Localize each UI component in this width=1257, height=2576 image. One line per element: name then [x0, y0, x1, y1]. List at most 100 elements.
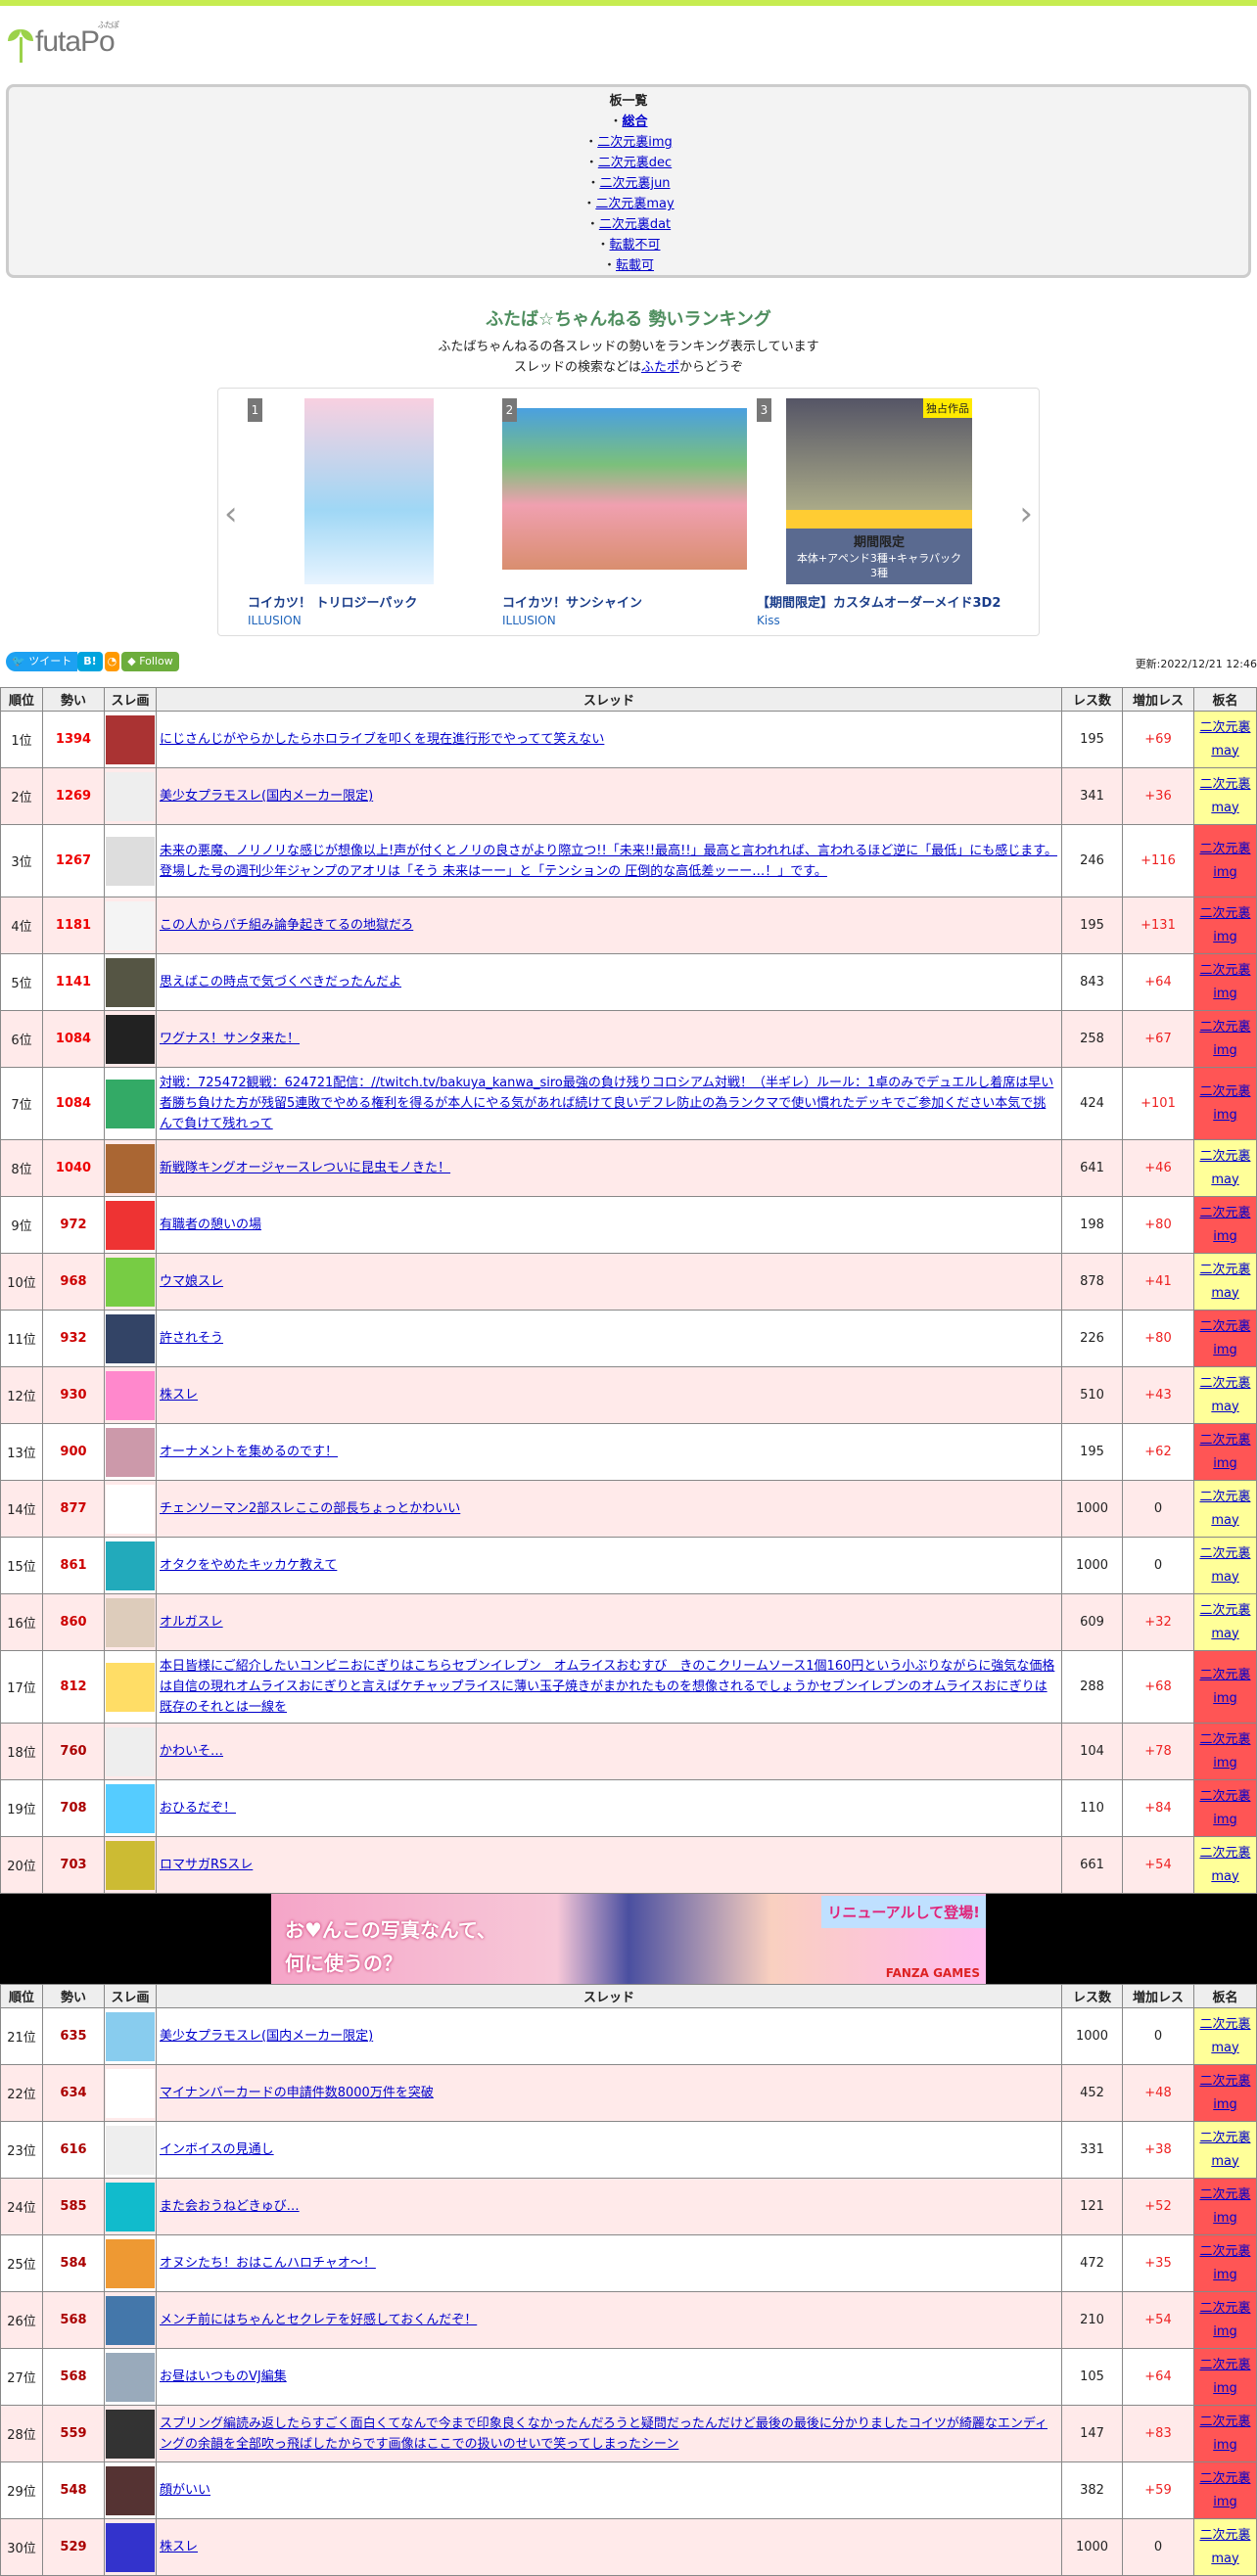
board-name-link[interactable]: 二次元裏 img [1199, 1020, 1250, 1058]
thread-link[interactable]: 新戦隊キングオージャースレついに昆虫モノきた！ [160, 1161, 450, 1175]
chevron-left-icon[interactable]: ‹ [224, 494, 238, 533]
thread-link[interactable]: 美少女プラモスレ(国内メーカー限定) [160, 789, 373, 804]
thread-thumbnail[interactable] [104, 2178, 157, 2235]
thread-thumbnail[interactable] [104, 1593, 157, 1651]
thread-thumbnail[interactable] [104, 2405, 157, 2462]
thread-link[interactable]: おひるだぞ！ [160, 1801, 236, 1816]
board-name-link[interactable]: 二次元裏 img [1199, 1668, 1250, 1706]
board-name-link[interactable]: 二次元裏 may [1199, 720, 1250, 759]
thread-thumbnail[interactable] [104, 2007, 157, 2065]
thread-thumbnail[interactable] [104, 711, 157, 768]
thread-link[interactable]: ロマサガRSスレ [160, 1858, 253, 1872]
board-name-link[interactable]: 二次元裏 img [1199, 2358, 1250, 2396]
thread-thumbnail[interactable] [104, 1010, 157, 1068]
thread-link[interactable]: スプリング編読み返したらすごく面白くてなんで今まで印象良くなかったんだろうと疑問… [160, 2416, 1048, 2452]
thread-thumbnail[interactable] [104, 2461, 157, 2519]
ad-banner[interactable]: お♥んこの写真なんて、 何に使うの？ リニューアルして登場! FANZA GAME… [271, 1894, 986, 1984]
board-name-link[interactable]: 二次元裏 img [1199, 2301, 1250, 2339]
feedly-follow-button[interactable]: ◆ Follow [121, 652, 179, 671]
thread-thumbnail[interactable] [104, 2518, 157, 2576]
thread-thumbnail[interactable] [104, 1480, 157, 1538]
board-link[interactable]: 二次元裏dec [598, 156, 672, 170]
board-name-link[interactable]: 二次元裏 img [1199, 842, 1250, 880]
board-name-link[interactable]: 二次元裏 img [1199, 1789, 1250, 1827]
thread-link[interactable]: インボイスの見通し [160, 2142, 274, 2157]
chevron-right-icon[interactable]: › [1019, 494, 1033, 533]
board-name-link[interactable]: 二次元裏 img [1199, 963, 1250, 1001]
thread-link[interactable]: 未来の悪魔、ノリノリな感じが想像以上!声が付くとノリの良さがより際立つ!!「未来… [160, 844, 1057, 879]
board-name-link[interactable]: 二次元裏 may [1199, 1149, 1250, 1187]
board-name-link[interactable]: 二次元裏 img [1199, 1433, 1250, 1471]
board-name-link[interactable]: 二次元裏 may [1199, 1846, 1250, 1884]
thread-link[interactable]: 有職者の憩いの場 [160, 1218, 261, 1232]
thread-link[interactable]: オーナメントを集めるのです！ [160, 1445, 338, 1459]
thread-thumbnail[interactable] [104, 1067, 157, 1140]
thread-link[interactable]: また会おうねどきゅび… [160, 2199, 300, 2214]
hatena-button[interactable]: B! [77, 652, 103, 671]
thread-thumbnail[interactable] [104, 1196, 157, 1254]
thread-link[interactable]: 本日皆様にご紹介したいコンビニおにぎりはこちらセブンイレブン オムライスおむすび… [160, 1659, 1054, 1715]
thread-link[interactable]: チェンソーマン2部スレここの部長ちょっとかわいい [160, 1501, 460, 1516]
thread-thumbnail[interactable] [104, 1253, 157, 1311]
thread-thumbnail[interactable] [104, 767, 157, 825]
board-name-link[interactable]: 二次元裏 may [1199, 777, 1250, 815]
board-name-link[interactable]: 二次元裏 img [1199, 2471, 1250, 2509]
thread-link[interactable]: かわいそ… [160, 1744, 223, 1759]
board-name-link[interactable]: 二次元裏 img [1199, 2415, 1250, 2453]
board-name-link[interactable]: 二次元裏 img [1199, 906, 1250, 944]
board-link[interactable]: 総合 [623, 115, 648, 129]
thread-link[interactable]: マイナンバーカードの申請件数8000万件を突破 [160, 2086, 434, 2100]
board-name-link[interactable]: 二次元裏 img [1199, 2187, 1250, 2226]
board-name-link[interactable]: 二次元裏 may [1199, 2131, 1250, 2169]
site-logo[interactable]: futaPo ふたぽ [0, 6, 1257, 67]
thread-link[interactable]: この人からパチ組み論争起きてるの地獄だろ [160, 918, 413, 933]
board-name-link[interactable]: 二次元裏 may [1199, 2017, 1250, 2055]
board-name-link[interactable]: 二次元裏 img [1199, 2244, 1250, 2282]
rss-icon[interactable]: ◔ [104, 652, 120, 671]
board-name-link[interactable]: 二次元裏 may [1199, 2528, 1250, 2566]
thread-thumbnail[interactable] [104, 1779, 157, 1837]
thread-link[interactable]: オタクをやめたキッカケ教えて [160, 1558, 337, 1573]
board-link[interactable]: 転載不可 [610, 238, 661, 253]
board-link[interactable]: 二次元裏img [597, 135, 673, 150]
board-name-link[interactable]: 二次元裏 img [1199, 2074, 1250, 2112]
thread-thumbnail[interactable] [104, 2348, 157, 2406]
board-name-link[interactable]: 二次元裏 may [1199, 1263, 1250, 1301]
thread-link[interactable]: 思えばこの時点で気づくべきだったんだよ [160, 975, 401, 989]
board-name-link[interactable]: 二次元裏 img [1199, 1206, 1250, 1244]
board-link[interactable]: 二次元裏jun [599, 176, 670, 191]
thread-thumbnail[interactable] [104, 1139, 157, 1197]
thread-link[interactable]: にじさんじがやらかしたらホロライブを叩くを現在進行形でやってて笑えない [160, 732, 604, 747]
thread-thumbnail[interactable] [104, 2234, 157, 2292]
board-link[interactable]: 転載可 [616, 258, 654, 273]
thread-link[interactable]: 許されそう [160, 1331, 223, 1346]
thread-thumbnail[interactable] [104, 953, 157, 1011]
thread-link[interactable]: 株スレ [160, 2540, 198, 2554]
board-name-link[interactable]: 二次元裏 may [1199, 1376, 1250, 1414]
thread-thumbnail[interactable] [104, 1423, 157, 1481]
futapo-link[interactable]: ふたポ [641, 360, 679, 375]
thread-link[interactable]: オルガスレ [160, 1615, 223, 1630]
thread-link[interactable]: ウマ娘スレ [160, 1274, 223, 1289]
thread-link[interactable]: ワグナス！サンタ来た！ [160, 1032, 300, 1046]
thread-link[interactable]: 美少女プラモスレ(国内メーカー限定) [160, 2029, 373, 2044]
thread-link[interactable]: メンチ前にはちゃんとセクレテを好感しておくんだぞ！ [160, 2313, 477, 2327]
thread-link[interactable]: お昼はいつものVJ編集 [160, 2369, 287, 2384]
board-name-link[interactable]: 二次元裏 img [1199, 1084, 1250, 1123]
board-link[interactable]: 二次元裏dat [599, 217, 671, 232]
board-name-link[interactable]: 二次元裏 may [1199, 1603, 1250, 1641]
thread-thumbnail[interactable] [104, 2064, 157, 2122]
tweet-button[interactable]: 🐦 ツイート [6, 652, 78, 671]
thread-link[interactable]: 株スレ [160, 1388, 198, 1403]
board-name-link[interactable]: 二次元裏 may [1199, 1490, 1250, 1528]
board-name-link[interactable]: 二次元裏 img [1199, 1732, 1250, 1771]
thread-thumbnail[interactable] [104, 1366, 157, 1424]
thread-thumbnail[interactable] [104, 1310, 157, 1367]
thread-link[interactable]: 顔がいい [160, 2483, 210, 2498]
thread-link[interactable]: 対戦：725472観戦：624721配信：//twitch.tv/bakuya_… [160, 1076, 1053, 1131]
thread-thumbnail[interactable] [104, 2121, 157, 2179]
thread-thumbnail[interactable] [104, 897, 157, 954]
thread-thumbnail[interactable] [104, 1836, 157, 1894]
board-name-link[interactable]: 二次元裏 may [1199, 1546, 1250, 1585]
thread-thumbnail[interactable] [104, 2291, 157, 2349]
